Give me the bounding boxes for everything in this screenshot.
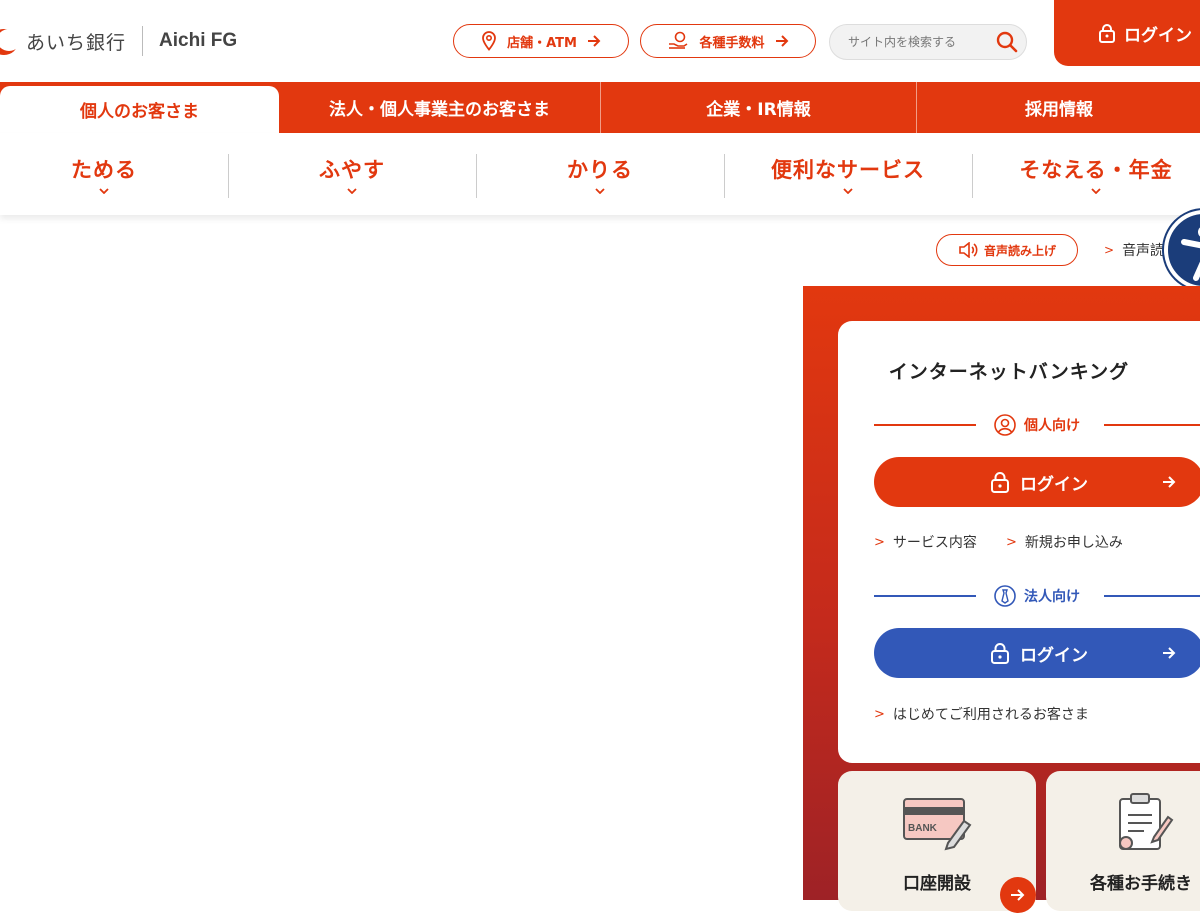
subnav-divider: [476, 154, 477, 198]
arrow-right-icon: [1163, 647, 1176, 659]
tab-label: 個人のお客さま: [80, 102, 199, 122]
corporate-login-label: ログイン: [1020, 645, 1088, 666]
tab-ir[interactable]: 企業・IR情報: [600, 82, 916, 133]
chevron-right-icon: >: [874, 534, 885, 550]
chevron-down-icon: [595, 188, 605, 194]
personal-login-label: ログイン: [1020, 474, 1088, 495]
voice-help-label: 音声読: [1122, 243, 1165, 259]
logo-mark-icon: [0, 27, 22, 55]
lock-icon: [991, 472, 1009, 493]
tab-personal[interactable]: 個人のお客さま: [0, 86, 279, 133]
chevron-down-icon: [99, 188, 109, 194]
chevron-right-icon: >: [874, 706, 885, 722]
voice-help-link[interactable]: > 音声読: [1104, 240, 1164, 260]
subnav-label: ふやす: [319, 158, 385, 182]
subnav-label: 便利なサービス: [771, 158, 925, 182]
header-login-label: ログイン: [1124, 25, 1192, 46]
corporate-login-button[interactable]: ログイン: [874, 628, 1200, 678]
store-atm-label: 店舗・ATM: [507, 35, 577, 51]
section-line: [874, 424, 976, 426]
section-line: [1104, 424, 1200, 426]
bank-card-icon: BANK: [903, 798, 972, 851]
chevron-right-icon: >: [1006, 534, 1017, 550]
procedures-tile[interactable]: 各種お手続き: [1046, 771, 1200, 911]
tab-corporate[interactable]: 法人・個人事業主のお客さま: [279, 82, 600, 133]
clipboard-icon: [1119, 793, 1174, 850]
subnav-prepare[interactable]: そなえる・年金: [992, 133, 1200, 215]
accessibility-button[interactable]: [1164, 210, 1200, 290]
arrow-circle-icon: [1000, 877, 1036, 913]
logo[interactable]: あいち銀行 Aichi FG: [0, 26, 237, 56]
tab-label: 企業・IR情報: [706, 100, 811, 120]
service-details-label: サービス内容: [892, 535, 977, 551]
chevron-down-icon: [347, 188, 357, 194]
coin-hand-icon: [669, 31, 688, 49]
personal-label: 個人向け: [1024, 418, 1080, 434]
subnav-label: かりる: [567, 158, 633, 182]
lock-icon: [1099, 24, 1115, 43]
map-pin-icon: [482, 31, 496, 51]
lock-icon: [991, 643, 1009, 664]
new-application-link[interactable]: > 新規お申し込み: [1006, 532, 1123, 552]
subnav-divider: [724, 154, 725, 198]
accessibility-person-icon: [1181, 227, 1200, 281]
sub-navigation: ためる ふやす かりる 便利なサービス そなえる・年金: [0, 133, 1200, 215]
search-icon[interactable]: [996, 31, 1018, 53]
voice-read-label: 音声読み上げ: [983, 243, 1056, 258]
fees-button[interactable]: 各種手数料: [640, 24, 816, 58]
chevron-down-icon: [1091, 188, 1101, 194]
logo-fg: Aichi FG: [159, 30, 238, 51]
tab-label: 採用情報: [1025, 100, 1093, 120]
chevron-down-icon: [843, 188, 853, 194]
tab-recruit[interactable]: 採用情報: [916, 82, 1200, 133]
arrow-right-icon: [1163, 476, 1176, 488]
new-application-label: 新規お申し込み: [1024, 535, 1123, 551]
subnav-divider: [228, 154, 229, 198]
subnav-label: そなえる・年金: [1019, 158, 1173, 182]
first-time-user-link[interactable]: > はじめてご利用されるお客さま: [874, 704, 1089, 724]
subnav-invest[interactable]: ふやす: [248, 133, 456, 215]
chevron-right-icon: >: [1104, 243, 1115, 257]
procedures-label: 各種お手続き: [1090, 874, 1192, 894]
service-details-link[interactable]: > サービス内容: [874, 532, 977, 552]
arrow-right-icon: [775, 35, 788, 47]
subnav-save[interactable]: ためる: [0, 133, 208, 215]
arrow-right-icon: [587, 35, 601, 47]
personal-login-button[interactable]: ログイン: [874, 457, 1200, 507]
subnav-label: ためる: [71, 158, 137, 182]
personal-section-label: 個人向け: [994, 414, 1080, 436]
store-atm-button[interactable]: 店舗・ATM: [453, 24, 629, 58]
subnav-divider: [972, 154, 973, 198]
corporate-label: 法人向け: [1024, 589, 1080, 605]
speaker-icon: [959, 242, 978, 258]
logo-divider: [142, 26, 144, 56]
header-login-button[interactable]: ログイン: [1054, 0, 1200, 66]
tie-person-icon: [994, 585, 1016, 607]
section-line: [874, 595, 976, 597]
voice-read-button[interactable]: 音声読み上げ: [936, 234, 1078, 266]
person-icon: [994, 414, 1016, 436]
main-tabs: 個人のお客さま 法人・個人事業主のお客さま 企業・IR情報 採用情報: [0, 82, 1200, 133]
first-time-user-label: はじめてご利用されるお客さま: [892, 707, 1089, 723]
search-input[interactable]: [846, 34, 990, 50]
search-box[interactable]: [829, 24, 1027, 60]
bank-card-text: BANK: [908, 823, 938, 834]
account-opening-tile[interactable]: BANK 口座開設: [838, 771, 1036, 913]
internet-banking-title: インターネットバンキング: [888, 361, 1130, 383]
subnav-services[interactable]: 便利なサービス: [744, 133, 952, 215]
fees-label: 各種手数料: [699, 35, 765, 51]
section-line: [1104, 595, 1200, 597]
corporate-section-label: 法人向け: [994, 585, 1080, 607]
logo-text: あいち銀行: [26, 31, 127, 54]
tab-label: 法人・個人事業主のお客さま: [329, 100, 550, 120]
subnav-borrow[interactable]: かりる: [496, 133, 704, 215]
